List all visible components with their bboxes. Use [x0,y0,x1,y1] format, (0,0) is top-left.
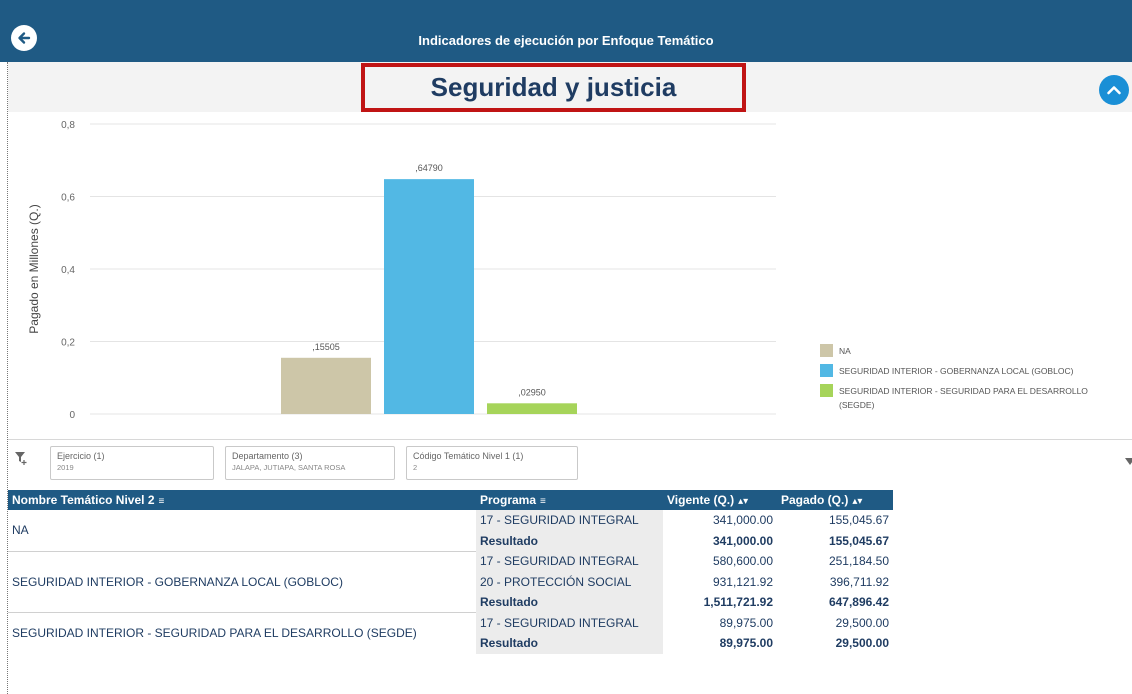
tema-cell: SEGURIDAD INTERIOR - GOBERNANZA LOCAL (G… [8,551,476,613]
table-row: NA 17 - SEGURIDAD INTEGRAL 341,000.00 15… [8,510,893,552]
table-row: SEGURIDAD INTERIOR - GOBERNANZA LOCAL (G… [8,551,893,613]
programa-cell: 17 - SEGURIDAD INTEGRAL [476,510,663,531]
filter-chip-value: JALAPA, JUTIAPA, SANTA ROSA [232,463,346,472]
legend-label: SEGURIDAD INTERIOR - SEGURIDAD PARA EL D… [839,386,1088,410]
column-header-programa[interactable]: Programa ≡ [476,490,663,510]
pagado-total: 155,045.67 [777,530,893,551]
filter-chip-ejercicio[interactable]: Ejercicio (1) 2019 [50,446,214,480]
data-label: ,64790 [415,163,443,173]
sort-icon[interactable]: ▴▾ [738,496,748,507]
filter-chip-value: 2 [413,463,418,472]
filter-bar: Ejercicio (1) 2019 Departamento (3) JALA… [8,440,1132,484]
column-header-tema[interactable]: Nombre Temático Nivel 2 ≡ [8,490,476,510]
sort-icon[interactable]: ≡ [159,496,165,507]
pagado-cell: 29,500.00 [777,612,893,633]
vigente-cell: 931,121.92 [663,571,777,592]
y-tick-label: 0,4 [61,265,75,276]
legend-swatch [820,384,833,397]
vigente-total: 341,000.00 [663,530,777,551]
y-tick-label: 0,8 [61,120,75,131]
resultado-label: Resultado [476,592,663,613]
sort-icon[interactable]: ▴▾ [852,496,862,507]
header-title: Indicadores de ejecución por Enfoque Tem… [418,33,714,48]
caret-down-icon[interactable] [1125,458,1132,465]
collapse-button[interactable] [1099,75,1129,105]
y-axis-label: Pagado en Millones (Q.) [27,204,41,333]
filter-chip-departamento[interactable]: Departamento (3) JALAPA, JUTIAPA, SANTA … [225,446,395,480]
vigente-cell: 580,600.00 [663,551,777,572]
tema-cell: NA [8,510,476,552]
y-tick-label: 0,6 [61,193,75,204]
filter-chip-title: Ejercicio (1) [57,451,105,461]
legend-item[interactable]: NA [820,344,1120,358]
filter-chip-title: Código Temático Nivel 1 (1) [413,451,524,461]
legend-label: SEGURIDAD INTERIOR - GOBERNANZA LOCAL (G… [839,366,1074,376]
resultado-label: Resultado [476,530,663,551]
pagado-cell: 155,045.67 [777,510,893,531]
bar-chart: 0 0,2 0,4 0,6 0,8 Pagado en Millones (Q.) ,155… [8,112,1132,440]
resultado-label: Resultado [476,633,663,654]
results-table: Nombre Temático Nivel 2 ≡ Programa ≡ Vigen… [8,490,893,654]
data-label: ,15505 [312,342,340,352]
programa-cell: 17 - SEGURIDAD INTEGRAL [476,612,663,633]
filter-chip-codigo-tematico[interactable]: Código Temático Nivel 1 (1) 2 [406,446,578,480]
programa-cell: 20 - PROTECCIÓN SOCIAL [476,571,663,592]
y-tick-label: 0,2 [61,338,75,349]
pagado-cell: 396,711.92 [777,571,893,592]
filter-chip-value: 2019 [57,463,74,472]
pagado-total: 29,500.00 [777,633,893,654]
vigente-cell: 89,975.00 [663,612,777,633]
bar [281,357,371,414]
table-header-row: Nombre Temático Nivel 2 ≡ Programa ≡ Vigen… [8,490,893,510]
filter-add-icon[interactable] [14,450,28,471]
sort-icon[interactable]: ≡ [540,496,546,507]
vigente-total: 1,511,721.92 [663,592,777,613]
bar [487,403,577,414]
header-bar: Indicadores de ejecución por Enfoque Tem… [0,0,1132,62]
chevron-up-circle-icon [1107,86,1121,95]
pagado-total: 647,896.42 [777,592,893,613]
vigente-total: 89,975.00 [663,633,777,654]
column-header-pagado[interactable]: Pagado (Q.) ▴▾ [777,490,893,510]
legend-swatch [820,344,833,357]
chart-legend: NA SEGURIDAD INTERIOR - GOBERNANZA LOCAL… [820,344,1120,418]
data-label: ,02950 [518,387,546,397]
legend-swatch [820,364,833,377]
legend-label: NA [839,346,851,356]
y-tick-label: 0 [69,410,75,421]
bar [384,179,474,414]
page-title: Seguridad y justicia [361,63,746,112]
legend-item[interactable]: SEGURIDAD INTERIOR - SEGURIDAD PARA EL D… [820,384,1120,412]
programa-cell: 17 - SEGURIDAD INTEGRAL [476,551,663,572]
filter-chip-title: Departamento (3) [232,451,303,461]
column-header-vigente[interactable]: Vigente (Q.) ▴▾ [663,490,777,510]
pagado-cell: 251,184.50 [777,551,893,572]
table-row: SEGURIDAD INTERIOR - SEGURIDAD PARA EL D… [8,612,893,654]
legend-item[interactable]: SEGURIDAD INTERIOR - GOBERNANZA LOCAL (G… [820,364,1120,378]
vigente-cell: 341,000.00 [663,510,777,531]
tema-cell: SEGURIDAD INTERIOR - SEGURIDAD PARA EL D… [8,612,476,654]
